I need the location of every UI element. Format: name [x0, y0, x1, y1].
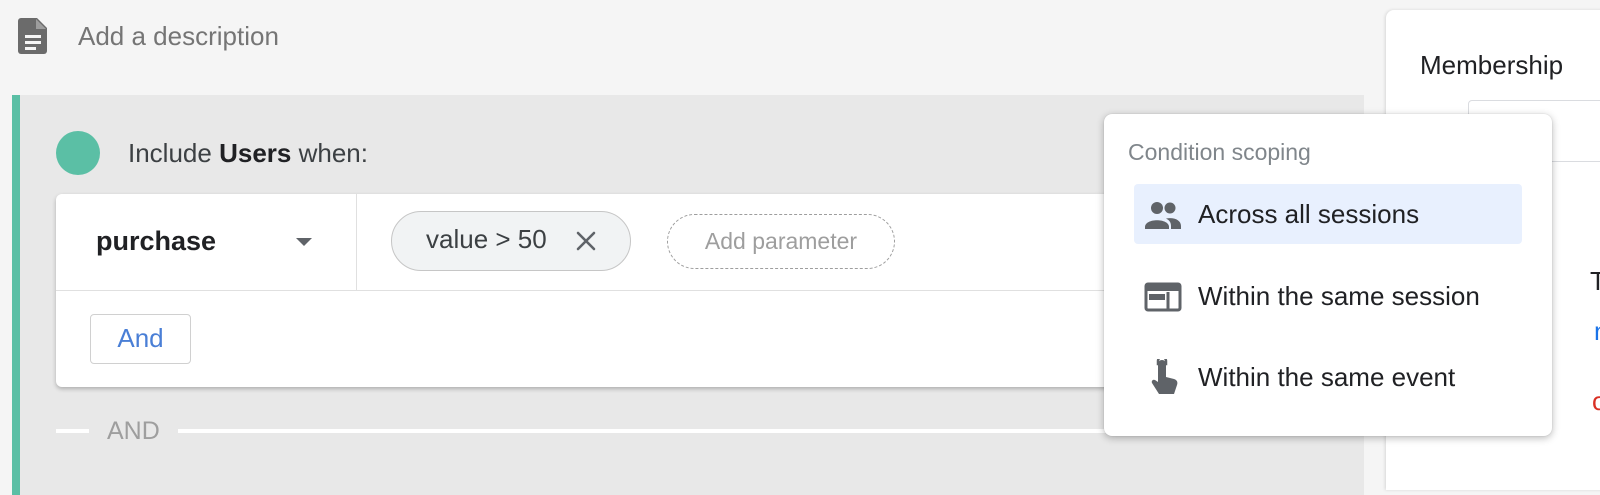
condition-scoping-menu: Condition scoping Across all sessions Wi…	[1104, 114, 1552, 436]
include-prefix: Include	[128, 137, 212, 168]
menu-item-label: Across all sessions	[1198, 199, 1420, 229]
menu-header: Condition scoping	[1128, 139, 1311, 165]
panel-title: Membership	[1420, 50, 1564, 80]
close-icon[interactable]	[572, 227, 600, 255]
document-icon	[18, 18, 47, 54]
description-row[interactable]: Add a description	[18, 18, 279, 54]
menu-item-label: Within the same session	[1198, 281, 1480, 311]
event-select[interactable]: purchase	[56, 194, 357, 290]
panel-text-fragment: Tri	[1590, 266, 1600, 296]
include-suffix: when:	[298, 137, 368, 168]
chevron-down-icon[interactable]	[296, 238, 312, 246]
parameter-chip[interactable]: value > 50	[391, 211, 631, 271]
add-parameter-button[interactable]: Add parameter	[667, 214, 895, 269]
menu-item-within-same-session[interactable]: Within the same session	[1134, 266, 1522, 326]
include-label: Include Users when:	[128, 138, 368, 169]
separator-line	[56, 429, 89, 433]
menu-item-within-same-event[interactable]: Within the same event	[1134, 347, 1522, 407]
menu-item-label: Within the same event	[1198, 362, 1456, 392]
event-name: purchase	[96, 226, 217, 256]
people-icon	[1145, 202, 1181, 229]
menu-item-across-all-sessions[interactable]: Across all sessions	[1134, 184, 1522, 244]
separator-label: AND	[107, 417, 160, 445]
session-window-icon	[1144, 282, 1182, 312]
row-divider	[56, 290, 1186, 291]
include-header: Include Users when:	[56, 131, 368, 175]
group-color-dot	[56, 131, 100, 175]
and-button[interactable]: And	[90, 314, 191, 364]
panel-error-fragment: or	[1592, 386, 1600, 416]
touch-hand-icon	[1151, 359, 1178, 394]
condition-card: purchase value > 50 Add parameter And	[56, 194, 1186, 387]
parameter-chip-label: value > 50	[426, 224, 547, 254]
include-scope[interactable]: Users	[219, 138, 291, 168]
panel-link-fragment[interactable]: n	[1594, 316, 1600, 347]
description-input[interactable]: Add a description	[78, 18, 279, 54]
